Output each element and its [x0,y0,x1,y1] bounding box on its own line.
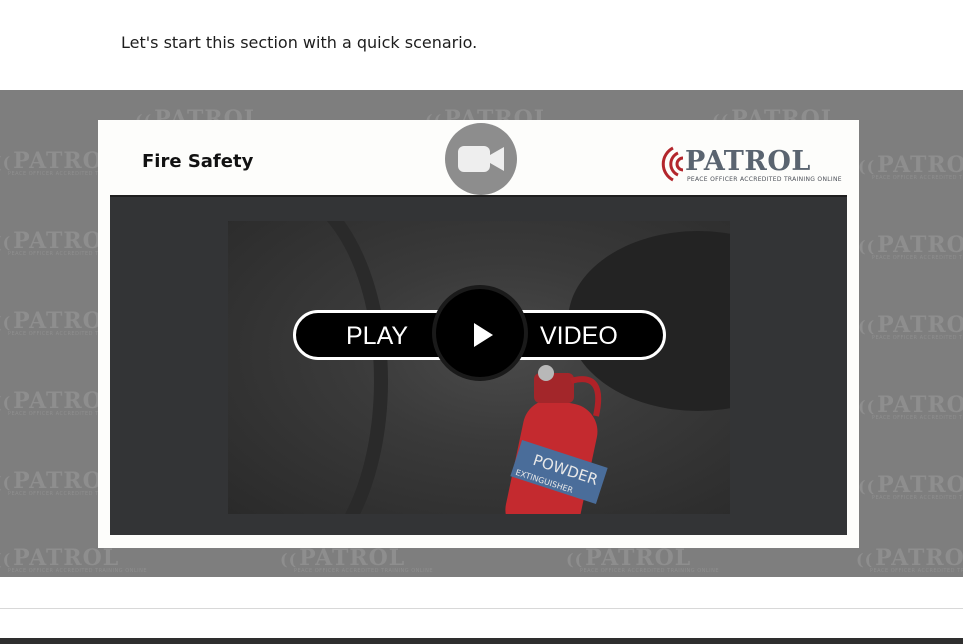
watermark-logo: ((PATROLPEACE OFFICER ACCREDITED TRAININ… [858,312,963,341]
patrol-logo: PATROL PEACE OFFICER ACCREDITED TRAINING… [659,144,842,188]
watermark-logo: ((PATROLPEACE OFFICER ACCREDITED TRAININ… [566,545,720,574]
section-divider [0,608,963,609]
brand-tagline: PEACE OFFICER ACCREDITED TRAINING ONLINE [687,176,842,183]
video-player[interactable]: POWDER EXTINGUISHER PLAY VIDEO [110,195,847,535]
fire-extinguisher-image: POWDER EXTINGUISHER [505,365,608,514]
card-title: Fire Safety [142,151,254,172]
intro-text: Let's start this section with a quick sc… [121,33,478,52]
play-icon [474,323,493,347]
watermark-logo: ((PATROLPEACE OFFICER ACCREDITED TRAININ… [858,232,963,261]
watermark-logo: ((PATROLPEACE OFFICER ACCREDITED TRAININ… [856,545,963,574]
watermark-logo: ((PATROLPEACE OFFICER ACCREDITED TRAININ… [858,392,963,421]
play-label: PLAY [346,322,409,350]
watermark-logo: ((PATROLPEACE OFFICER ACCREDITED TRAININ… [858,472,963,501]
watermark-logo: ((PATROLPEACE OFFICER ACCREDITED TRAININ… [858,152,963,181]
video-camera-icon [445,123,517,195]
play-button[interactable] [432,285,528,381]
video-label: VIDEO [540,322,618,350]
watermark-logo: ((PATROLPEACE OFFICER ACCREDITED TRAININ… [280,545,434,574]
footer-bar [0,638,963,644]
watermark-logo: ((PATROLPEACE OFFICER ACCREDITED TRAININ… [0,545,148,574]
video-card: Fire Safety PATROL PEACE OFFICER ACCREDI… [98,120,859,548]
brand-name: PATROL [685,146,811,177]
